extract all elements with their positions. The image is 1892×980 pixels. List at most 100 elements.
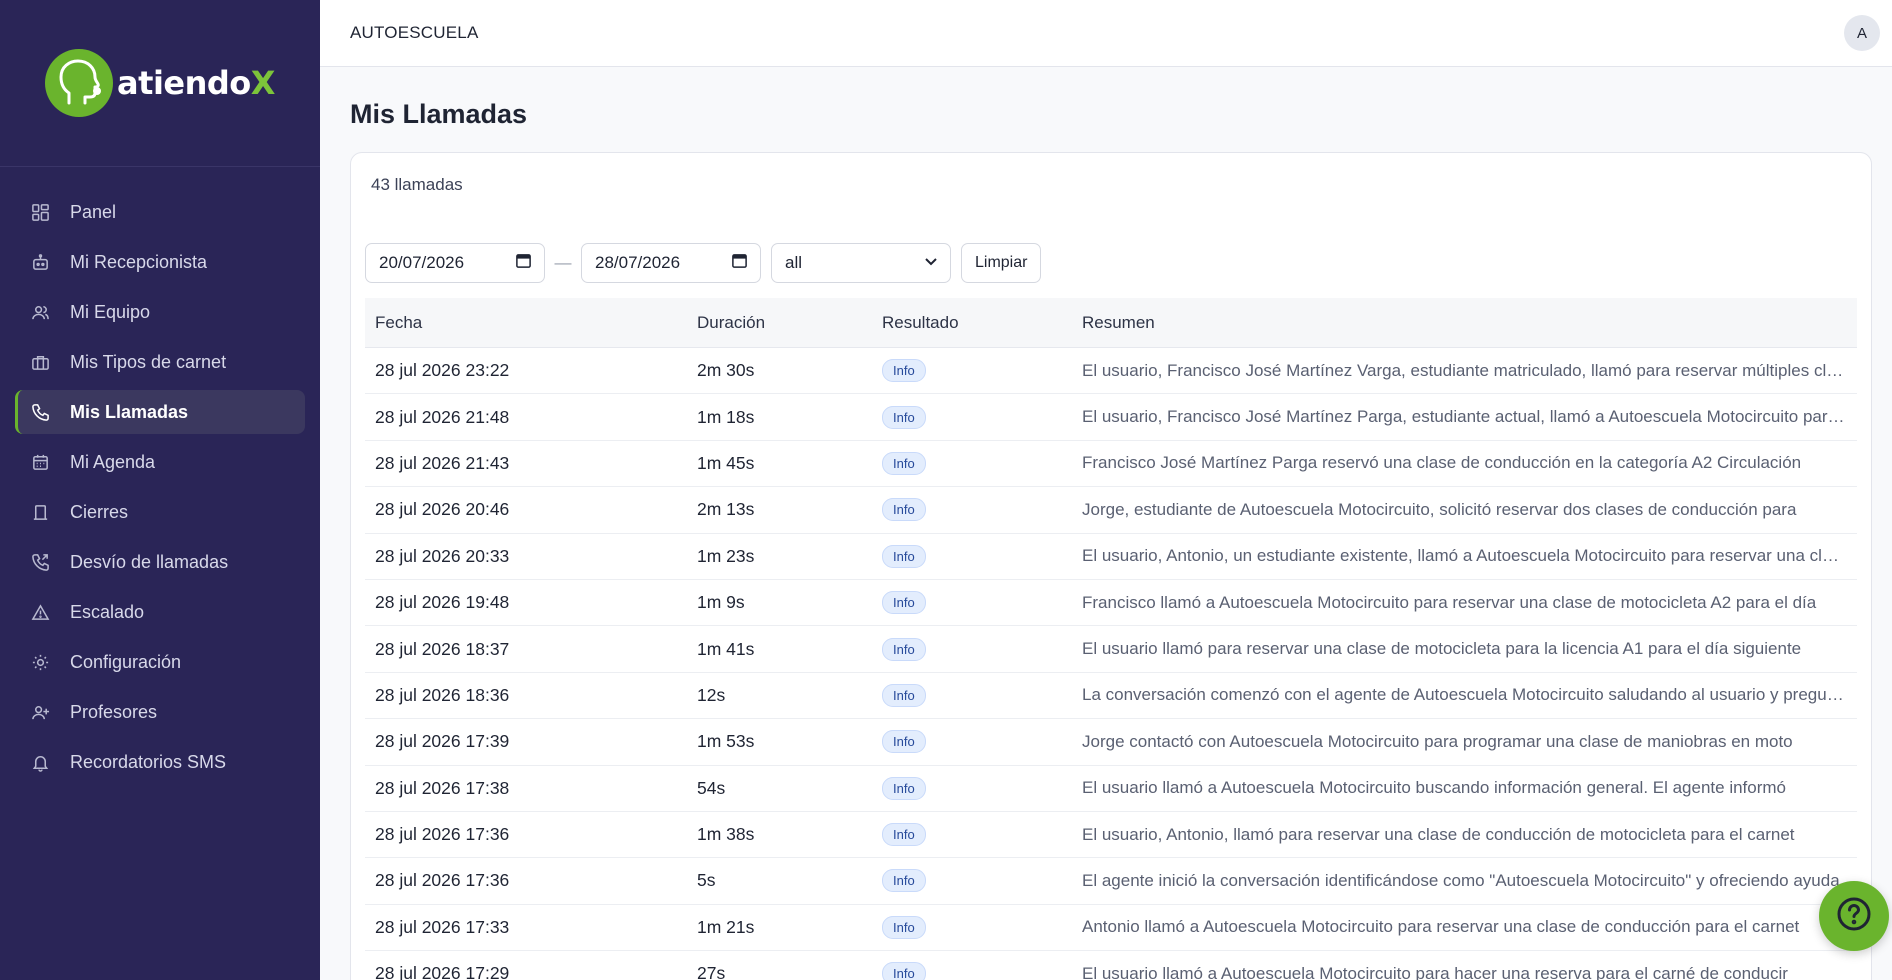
bell-icon [30,752,50,772]
date-from-input[interactable]: 20/07/2026 [365,243,545,283]
calendar-icon[interactable] [515,252,532,274]
cell-resultado: Info [872,683,1072,707]
cell-fecha: 28 jul 2026 17:38 [375,777,510,798]
status-badge: Info [882,359,926,383]
filters-bar: 20/07/2026 — 28/07/2026 all Limpiar [365,243,1042,283]
cell-resumen: El usuario, Francisco José Martínez Parg… [1082,407,1857,427]
date-to-input[interactable]: 28/07/2026 [581,243,761,283]
sidebar-item-panel[interactable]: Panel [15,190,305,234]
sidebar-item-cierres[interactable]: Cierres [15,490,305,534]
help-button[interactable] [1819,881,1889,951]
sidebar-item-label: Mis Tipos de carnet [70,351,227,372]
result-filter-select[interactable]: all [771,243,951,283]
cell-resumen: Francisco José Martínez Parga reservó un… [1082,453,1802,473]
topbar: AUTOESCUELA A [320,0,1892,67]
cell-resultado: Info [872,776,1072,800]
table-row[interactable]: 28 jul 2026 20:33 1m 23s Info El usuario, A… [365,534,1857,580]
sidebar-item-profesores[interactable]: Profesores [15,690,305,734]
sidebar-item-label: Mi Recepcionista [70,251,208,272]
cell-fecha: 28 jul 2026 21:48 [375,406,510,427]
table-row[interactable]: 28 jul 2026 17:36 1m 38s Info El usuario, A… [365,812,1857,859]
page-title: Mis Llamadas [350,99,528,129]
cell-resultado: Info [872,823,1072,847]
cell-duracion: 12s [697,684,726,705]
table-row[interactable]: 28 jul 2026 17:38 54s Info El usuario llamó… [365,766,1857,812]
sidebar-item-label: Panel [70,201,117,222]
sidebar-item-escalado[interactable]: Escalado [15,590,305,634]
table-row[interactable]: 28 jul 2026 20:46 2m 13s Info Jorge, estudi… [365,487,1857,534]
sidebar-item-label: Desvío de llamadas [70,551,229,572]
table-row[interactable]: 28 jul 2026 17:39 1m 53s Info Jorge contact… [365,719,1857,766]
sidebar-item-label: Escalado [70,601,145,622]
cell-resumen: El usuario llamó a Autoescuela Motocircu… [1082,963,1788,980]
date-from-value: 20/07/2026 [379,253,465,272]
cell-resumen: La conversación comenzó con el agente de… [1082,685,1857,705]
cell-resultado: Info [872,730,1072,754]
cell-duracion: 1m 9s [697,592,745,613]
sidebar-item-label: Profesores [70,701,158,722]
table-row[interactable]: 28 jul 2026 17:33 1m 21s Info Antonio llamó… [365,905,1857,952]
status-badge: Info [882,962,926,980]
sidebar-item-configuracion[interactable]: Configuración [15,640,305,684]
gear-icon [30,652,50,672]
table-row[interactable]: 28 jul 2026 18:37 1m 41s Info El usuario ll… [365,626,1857,673]
table-row[interactable]: 28 jul 2026 21:43 1m 45s Info Francisco Jos… [365,441,1857,488]
sidebar-item-mis-tipos-de-carnet[interactable]: Mis Tipos de carnet [15,340,305,384]
sidebar-item-recordatorios-sms[interactable]: Recordatorios SMS [15,740,305,784]
cell-resultado: Info [872,915,1072,939]
cell-fecha: 28 jul 2026 17:36 [375,870,510,891]
sidebar-item-mi-agenda[interactable]: Mi Agenda [15,440,305,484]
cell-fecha: 28 jul 2026 18:37 [375,638,510,659]
status-badge: Info [882,823,926,847]
users-icon [30,302,50,322]
cell-resumen: Francisco llamó a Autoescuela Motocircui… [1082,592,1817,612]
cell-duracion: 27s [697,963,726,980]
sidebar-item-desvio-de-llamadas[interactable]: Desvío de llamadas [15,540,305,584]
calls-card: 43 llamadas 20/07/2026 — 28/07/2026 all … [350,152,1872,980]
table-row[interactable]: 28 jul 2026 18:36 12s Info La conversación … [365,673,1857,720]
table-row[interactable]: 28 jul 2026 17:36 5s Info El agente inició … [365,858,1857,905]
cell-resultado: Info [872,451,1072,475]
sidebar-item-label: Recordatorios SMS [70,751,227,772]
cell-fecha: 28 jul 2026 17:33 [375,916,510,937]
column-header-resumen[interactable]: Resumen [1072,313,1857,333]
calendar-icon[interactable] [731,252,748,274]
sidebar-item-label: Cierres [70,501,129,522]
status-badge: Info [882,637,926,661]
table-row[interactable]: 28 jul 2026 19:48 1m 9s Info Francisco llam… [365,580,1857,627]
column-header-resultado[interactable]: Resultado [872,313,1072,333]
sidebar-item-mi-equipo[interactable]: Mi Equipo [15,290,305,334]
column-header-fecha[interactable]: Fecha [365,313,687,333]
robot-icon [30,252,50,272]
cell-fecha: 28 jul 2026 20:46 [375,499,510,520]
date-range-separator: — [554,253,572,272]
status-badge: Info [882,498,926,522]
cell-resumen: Jorge, estudiante de Autoescuela Motocir… [1082,499,1797,519]
table-row[interactable]: 28 jul 2026 23:22 2m 30s Info El usuario, F… [365,348,1857,395]
warning-triangle-icon [30,602,50,622]
brand-name: atiendoX [117,64,275,102]
table-row[interactable]: 28 jul 2026 21:48 1m 18s Info El usuario, F… [365,394,1857,441]
column-header-duracion[interactable]: Duración [687,313,872,333]
clear-filters-button[interactable]: Limpiar [961,243,1042,283]
user-plus-icon [30,702,50,722]
sidebar: atiendoX Panel Mi Recepcionista Mi Equip… [0,0,320,980]
sidebar-item-label: Configuración [70,651,182,672]
status-badge: Info [882,915,926,939]
date-to-value: 28/07/2026 [595,253,681,272]
cell-duracion: 5s [697,870,716,891]
sidebar-item-mi-recepcionista[interactable]: Mi Recepcionista [15,240,305,284]
sidebar-item-mis-llamadas[interactable]: Mis Llamadas [15,390,305,434]
cell-fecha: 28 jul 2026 21:43 [375,452,510,473]
status-badge: Info [882,776,926,800]
result-filter-value: all [785,253,803,272]
head-logo-icon [45,49,114,117]
brand-logo[interactable]: atiendoX [45,49,275,117]
table-row[interactable]: 28 jul 2026 17:29 27s Info El usuario llamó… [365,951,1857,980]
cell-resumen: El usuario llamó a Autoescuela Motocircu… [1082,778,1787,798]
avatar[interactable]: A [1844,15,1880,51]
cell-duracion: 1m 21s [697,916,755,937]
cell-resumen: Antonio llamó a Autoescuela Motocircuito… [1082,917,1800,937]
cell-resultado: Info [872,498,1072,522]
chevron-down-icon [924,253,938,273]
